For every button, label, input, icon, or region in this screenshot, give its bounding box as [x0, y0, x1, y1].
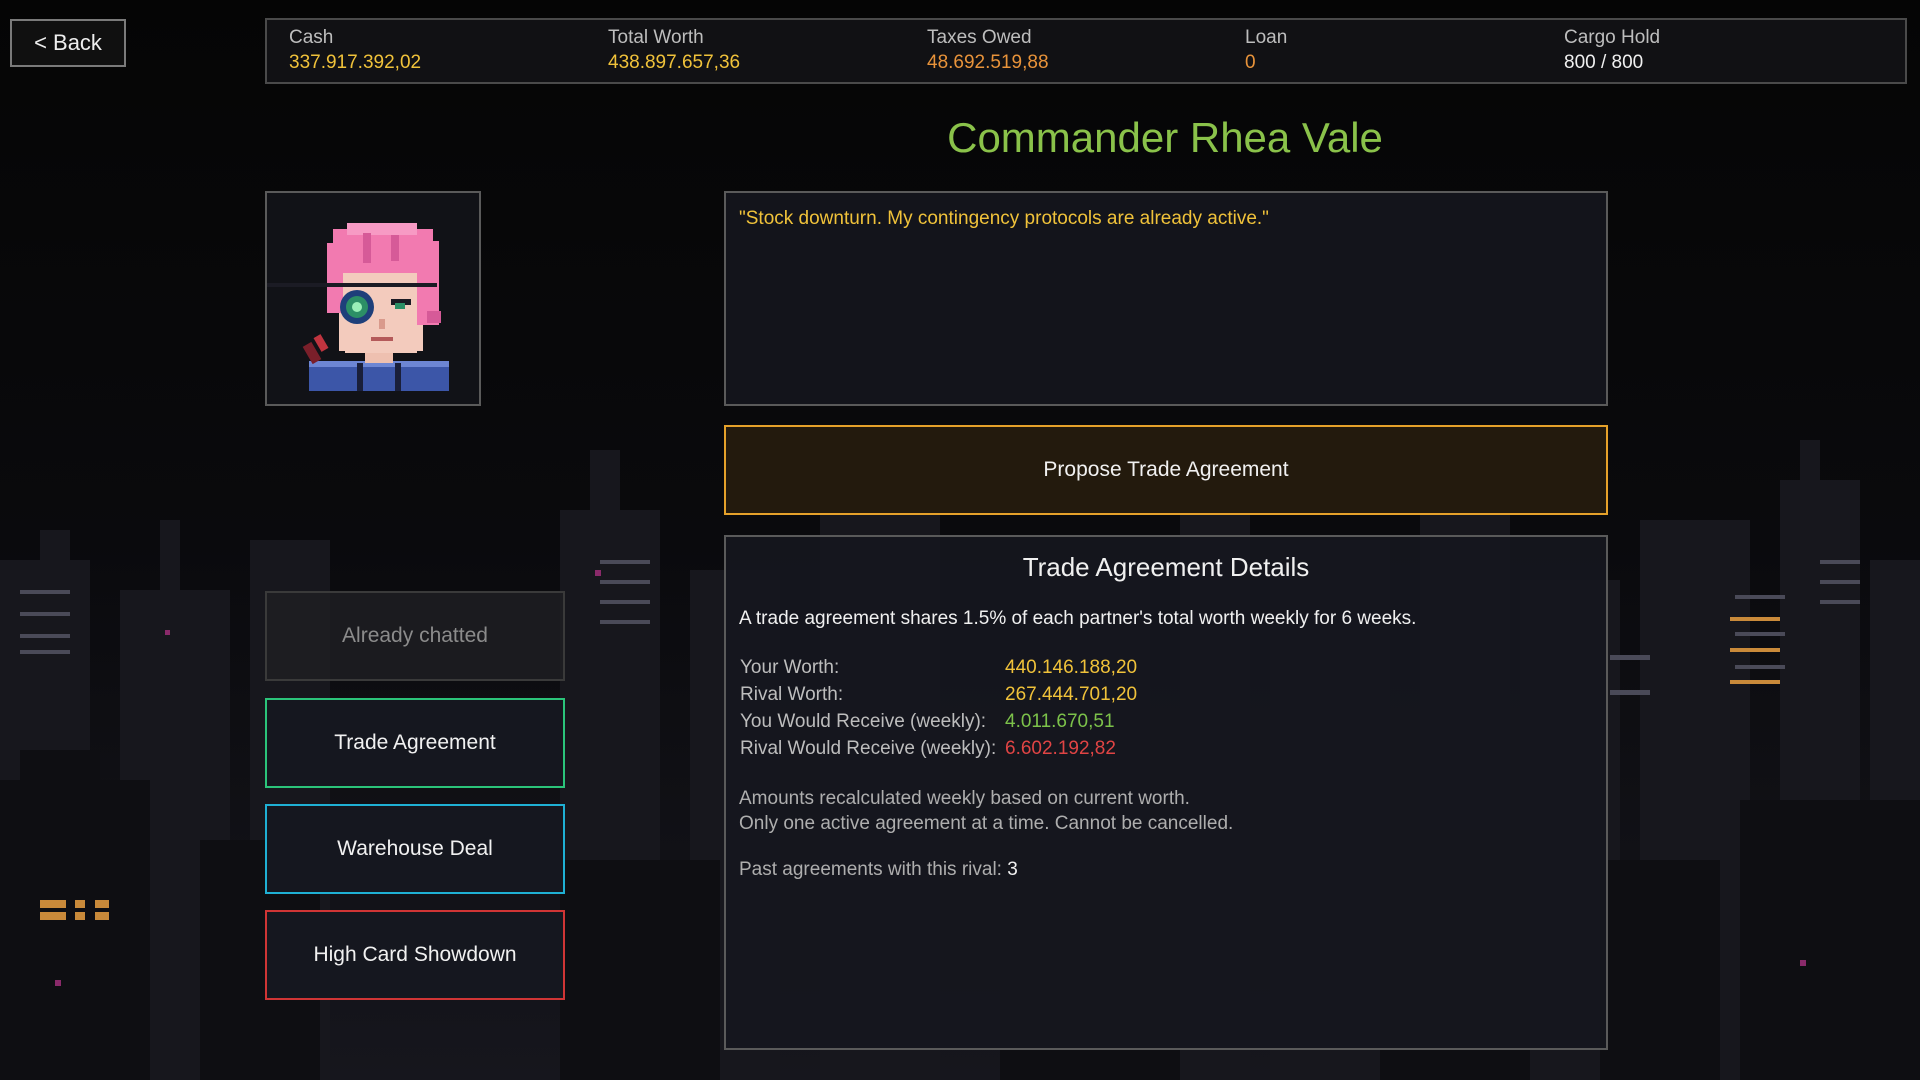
stat-total-worth-value: 438.897.657,36 — [608, 52, 741, 73]
stat-total-worth: Total Worth 438.897.657,36 — [608, 26, 740, 76]
your-worth-value: 440.146.188,20 — [1005, 657, 1138, 678]
stat-taxes-owed-value: 48.692.519,88 — [927, 52, 1049, 73]
stat-loan-label: Loan — [1245, 27, 1288, 48]
trade-agreement-details-panel: Trade Agreement Details A trade agreemen… — [724, 535, 1608, 1050]
stat-taxes-owed-label: Taxes Owed — [927, 27, 1032, 48]
already-chatted-button: Already chatted — [265, 591, 565, 681]
stat-taxes-owed: Taxes Owed 48.692.519,88 — [927, 26, 1049, 76]
stat-cash-value: 337.917.392,02 — [289, 52, 422, 73]
you-receive-label: You Would Receive (weekly): — [740, 711, 987, 732]
detail-row-rival-worth: Rival Worth: 267.444.701,20 — [740, 681, 1137, 708]
stat-total-worth-label: Total Worth — [608, 27, 704, 48]
rival-name-title: Commander Rhea Vale — [947, 114, 1383, 161]
stat-cargo-hold-value: 800 / 800 — [1564, 52, 1644, 73]
rival-receive-label: Rival Would Receive (weekly): — [740, 738, 997, 759]
you-receive-value: 4.011.670,51 — [1005, 711, 1115, 732]
rival-worth-value: 267.444.701,20 — [1005, 684, 1138, 705]
trade-agreement-button[interactable]: Trade Agreement — [265, 698, 565, 788]
details-title: Trade Agreement Details — [1022, 552, 1310, 582]
detail-row-you-receive: You Would Receive (weekly): 4.011.670,51 — [740, 708, 1115, 735]
stat-cash-label: Cash — [289, 27, 334, 48]
rival-receive-value: 6.602.192,82 — [1005, 738, 1116, 759]
dialogue-box: "Stock downturn. My contingency protocol… — [724, 191, 1608, 406]
details-description: A trade agreement shares 1.5% of each pa… — [739, 608, 1417, 629]
propose-trade-agreement-button[interactable]: Propose Trade Agreement — [724, 425, 1608, 515]
details-note-recalculated: Amounts recalculated weekly based on cur… — [739, 788, 1190, 809]
past-agreements-label: Past agreements with this rival: — [739, 859, 1002, 880]
portrait-frame — [265, 191, 481, 406]
stat-loan: Loan 0 — [1245, 26, 1287, 76]
detail-row-your-worth: Your Worth: 440.146.188,20 — [740, 654, 1137, 681]
stats-bar: Cash 337.917.392,02 Total Worth 438.897.… — [265, 18, 1907, 84]
past-agreements-value: 3 — [1007, 859, 1018, 880]
warehouse-deal-button[interactable]: Warehouse Deal — [265, 804, 565, 894]
details-note-one-active: Only one active agreement at a time. Can… — [739, 813, 1234, 834]
your-worth-label: Your Worth: — [740, 657, 840, 678]
detail-row-rival-receive: Rival Would Receive (weekly): 6.602.192,… — [740, 735, 1116, 762]
stat-cargo-hold-label: Cargo Hold — [1564, 27, 1661, 48]
stat-cash: Cash 337.917.392,02 — [289, 26, 421, 76]
stat-cargo-hold: Cargo Hold 800 / 800 — [1564, 26, 1660, 76]
stat-loan-value: 0 — [1245, 52, 1256, 73]
back-button[interactable]: < Back — [10, 19, 126, 67]
rival-worth-label: Rival Worth: — [740, 684, 844, 705]
rival-portrait-icon — [267, 223, 449, 391]
dialogue-quote: "Stock downturn. My contingency protocol… — [739, 208, 1269, 229]
past-agreements-row: Past agreements with this rival: 3 — [739, 859, 1018, 881]
high-card-showdown-button[interactable]: High Card Showdown — [265, 910, 565, 1000]
